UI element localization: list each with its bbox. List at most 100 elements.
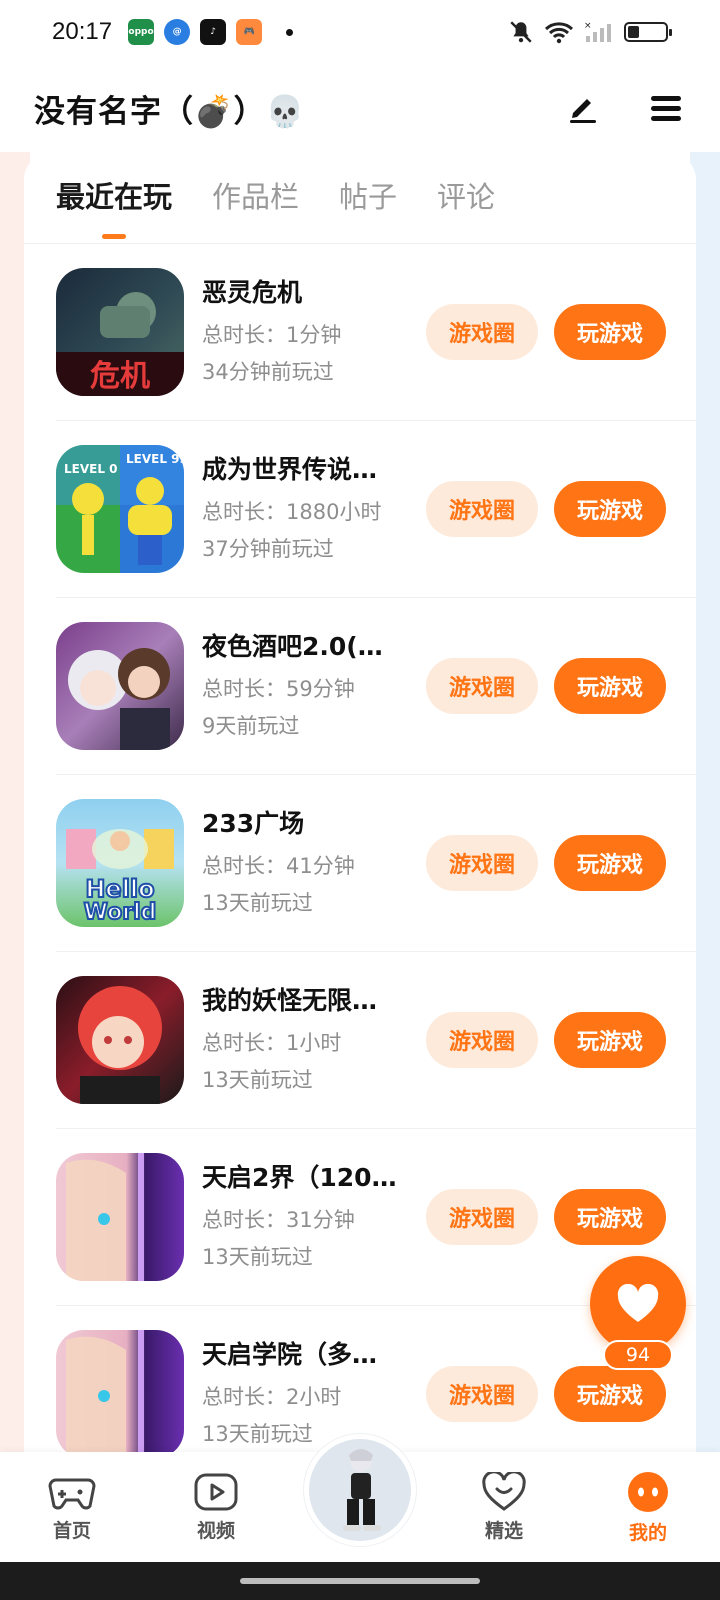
game-duration: 总时长：1小时 [202,1031,342,1055]
heart-icon [617,1284,659,1322]
game-art-icon: 危机 [56,292,184,396]
game-icon[interactable]: LEVEL 0 LEVEL 999 [56,445,184,573]
play-game-button[interactable]: 玩游戏 [554,1366,666,1422]
tab-posts-label: 帖子 [339,180,398,214]
tab-comments-label: 评论 [437,180,496,214]
game-icon[interactable]: 危机 [56,268,184,396]
tab-recent[interactable]: 最近在玩 [56,177,173,239]
game-art-icon [78,986,162,1104]
game-circle-button[interactable]: 游戏圈 [426,835,538,891]
game-art-icon: Hello World [66,829,174,926]
menu-icon [651,96,681,121]
tab-works[interactable]: 作品栏 [212,177,299,217]
game-icon[interactable] [56,622,184,750]
pen-icon [570,99,596,123]
play-game-button[interactable]: 玩游戏 [554,481,666,537]
gamepad-icon [48,1478,96,1509]
game-duration: 总时长：1分钟 [202,323,342,347]
game-last-played: 37分钟前玩过 [202,537,334,561]
like-floating-button[interactable] [590,1256,686,1352]
wifi-icon [544,22,574,44]
oppo-app-icon: oppo [128,19,155,45]
game-circle-button[interactable]: 游戏圈 [426,658,538,714]
status-bar: 20:17 oppo @ ♪ 🎮 × [0,0,720,64]
nav-label-mine: 我的 [628,1521,667,1544]
tab-works-label: 作品栏 [212,180,300,214]
game-name: 夜色酒吧2.0(… [202,632,383,661]
home-indicator[interactable] [240,1578,480,1584]
game-last-played: 13天前玩过 [202,891,313,915]
tab-active-indicator [102,234,126,239]
mute-icon [510,21,532,43]
battery-icon [624,22,672,42]
nav-item-mine[interactable]: 我的 [576,1470,720,1545]
game-duration: 总时长：41分钟 [202,854,355,878]
status-app-icons: oppo @ ♪ 🎮 [128,19,294,45]
game-row[interactable]: 夜色酒吧2.0(… 总时长：59分钟 9天前玩过 游戏圈 玩游戏 [56,598,696,775]
game-name: 成为世界传说… [202,455,378,484]
play-game-button[interactable]: 玩游戏 [554,1012,666,1068]
game-last-played: 9天前玩过 [202,714,300,738]
game-icon[interactable] [56,1153,184,1281]
game-art-icon: LEVEL 0 LEVEL 999 [56,445,184,565]
play-game-button[interactable]: 玩游戏 [554,304,666,360]
game-art-icon [66,1153,144,1281]
signal-icon: × [584,21,611,42]
game-art-icon [68,648,170,750]
game-row[interactable]: 我的妖怪无限… 总时长：1小时 13天前玩过 游戏圈 玩游戏 [56,952,696,1129]
game-name: 恶灵危机 [202,278,303,307]
tab-recent-label: 最近在玩 [56,180,173,214]
game-circle-button[interactable]: 游戏圈 [426,481,538,537]
game-icon[interactable]: Hello World [56,799,184,927]
tab-bar: 最近在玩 作品栏 帖子 评论 [24,152,696,244]
game-circle-button[interactable]: 游戏圈 [426,1012,538,1068]
game-duration: 总时长：59分钟 [202,677,355,701]
nav-item-video[interactable]: 视频 [144,1472,288,1543]
svg-text:×: × [584,21,592,31]
status-indicators: × [508,19,672,45]
game-name: 天启学院（多… [202,1340,378,1369]
edit-button[interactable] [562,88,602,128]
game-icon[interactable] [56,976,184,1104]
game-duration: 总时长：1880小时 [202,500,382,524]
content-card: 最近在玩 作品栏 帖子 评论 危机 恶灵危机 总时长：1分钟 34分钟前玩过 游… [24,152,696,1452]
svg-text:Hello: Hello [85,875,154,903]
svg-text:World: World [84,900,157,925]
game-icon[interactable] [56,1330,184,1452]
game-name: 我的妖怪无限… [202,986,378,1015]
tiktok-app-icon: ♪ [200,19,227,45]
tab-posts[interactable]: 帖子 [339,177,397,217]
avatar[interactable] [304,1434,416,1546]
heart-badge-icon [482,1471,526,1511]
play-game-button[interactable]: 玩游戏 [554,1189,666,1245]
play-game-button[interactable]: 玩游戏 [554,835,666,891]
menu-button[interactable] [646,88,686,128]
game-row[interactable]: Hello World 233广场 总时长：41分钟 13天前玩过 游戏圈 玩游… [56,775,696,952]
svg-text:LEVEL 0: LEVEL 0 [64,462,118,476]
game-duration: 总时长：2小时 [202,1385,342,1409]
nav-label-video: 视频 [196,1519,235,1542]
game-last-played: 13天前玩过 [202,1245,313,1269]
game-row[interactable]: LEVEL 0 LEVEL 999 成为世界传说… 总时长：1880小时 37分… [56,421,696,598]
nav-item-featured[interactable]: 精选 [432,1471,576,1543]
video-icon [194,1473,238,1510]
svg-text:LEVEL 999: LEVEL 999 [126,452,184,466]
game-row[interactable]: 危机 恶灵危机 总时长：1分钟 34分钟前玩过 游戏圈 玩游戏 [56,244,696,421]
game-art-icon [66,1330,144,1452]
game-circle-button[interactable]: 游戏圈 [426,304,538,360]
nav-label-home: 首页 [52,1519,91,1542]
game-last-played: 13天前玩过 [202,1068,313,1092]
play-game-button[interactable]: 玩游戏 [554,658,666,714]
status-time: 20:17 [52,18,113,45]
game-duration: 总时长：31分钟 [202,1208,355,1232]
game-circle-button[interactable]: 游戏圈 [426,1189,538,1245]
profile-header: 没有名字（💣）💀 [0,64,720,152]
like-count-badge: 94 [603,1340,673,1370]
nav-item-home[interactable]: 首页 [0,1472,144,1543]
face-icon [628,1471,668,1512]
nav-label-featured: 精选 [484,1519,523,1542]
notification-dot [286,28,294,36]
game-circle-button[interactable]: 游戏圈 [426,1366,538,1422]
battery-level [628,26,639,38]
tab-comments[interactable]: 评论 [437,177,495,217]
